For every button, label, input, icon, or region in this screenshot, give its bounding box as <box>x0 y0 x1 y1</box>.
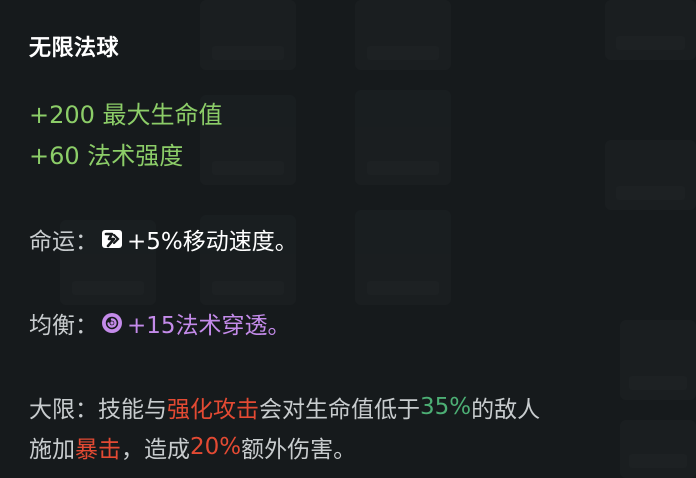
item-tooltip: 无限法球 +200 最大生命值 +60 法术强度 命运： +5%移动速度。 均衡… <box>0 0 696 478</box>
balance-passive: 均衡： +15法术穿透。 <box>29 306 291 340</box>
stat-max-health: +200 最大生命值 <box>29 101 223 129</box>
limit-text: 额外伤害。 <box>241 437 357 463</box>
crit-keyword: 暴击 <box>75 437 121 463</box>
limit-text: 的敌人 <box>471 397 541 423</box>
balance-bonus: +15法术穿透。 <box>127 313 291 339</box>
empowered-attack-keyword: 强化攻击 <box>167 397 259 423</box>
fate-bonus: +5%移动速度。 <box>127 229 298 255</box>
balance-label: 均衡： <box>29 313 98 339</box>
stat-ability-power: +60 法术强度 <box>29 142 184 170</box>
health-threshold-value: 35% <box>420 394 472 420</box>
fate-label: 命运： <box>29 229 98 255</box>
move-speed-icon <box>100 227 124 251</box>
limit-label: 大限： <box>29 397 98 423</box>
limit-passive-line-1: 大限： 技能与 强化攻击 会对生命值低于 35% 的敌人 <box>29 390 540 424</box>
tooltip-content: 无限法球 +200 最大生命值 +60 法术强度 命运： +5%移动速度。 均衡… <box>29 0 676 478</box>
limit-text: 施加 <box>29 437 75 463</box>
limit-text: 会对生命值低于 <box>259 397 420 423</box>
extra-damage-value: 20% <box>190 434 242 460</box>
limit-text: ，造成 <box>121 437 190 463</box>
limit-passive-line-2: 施加 暴击 ，造成 20% 额外伤害。 <box>29 430 356 464</box>
magic-pen-icon <box>100 311 124 335</box>
limit-text: 技能与 <box>98 397 167 423</box>
fate-passive: 命运： +5%移动速度。 <box>29 222 298 256</box>
item-name: 无限法球 <box>29 36 120 61</box>
